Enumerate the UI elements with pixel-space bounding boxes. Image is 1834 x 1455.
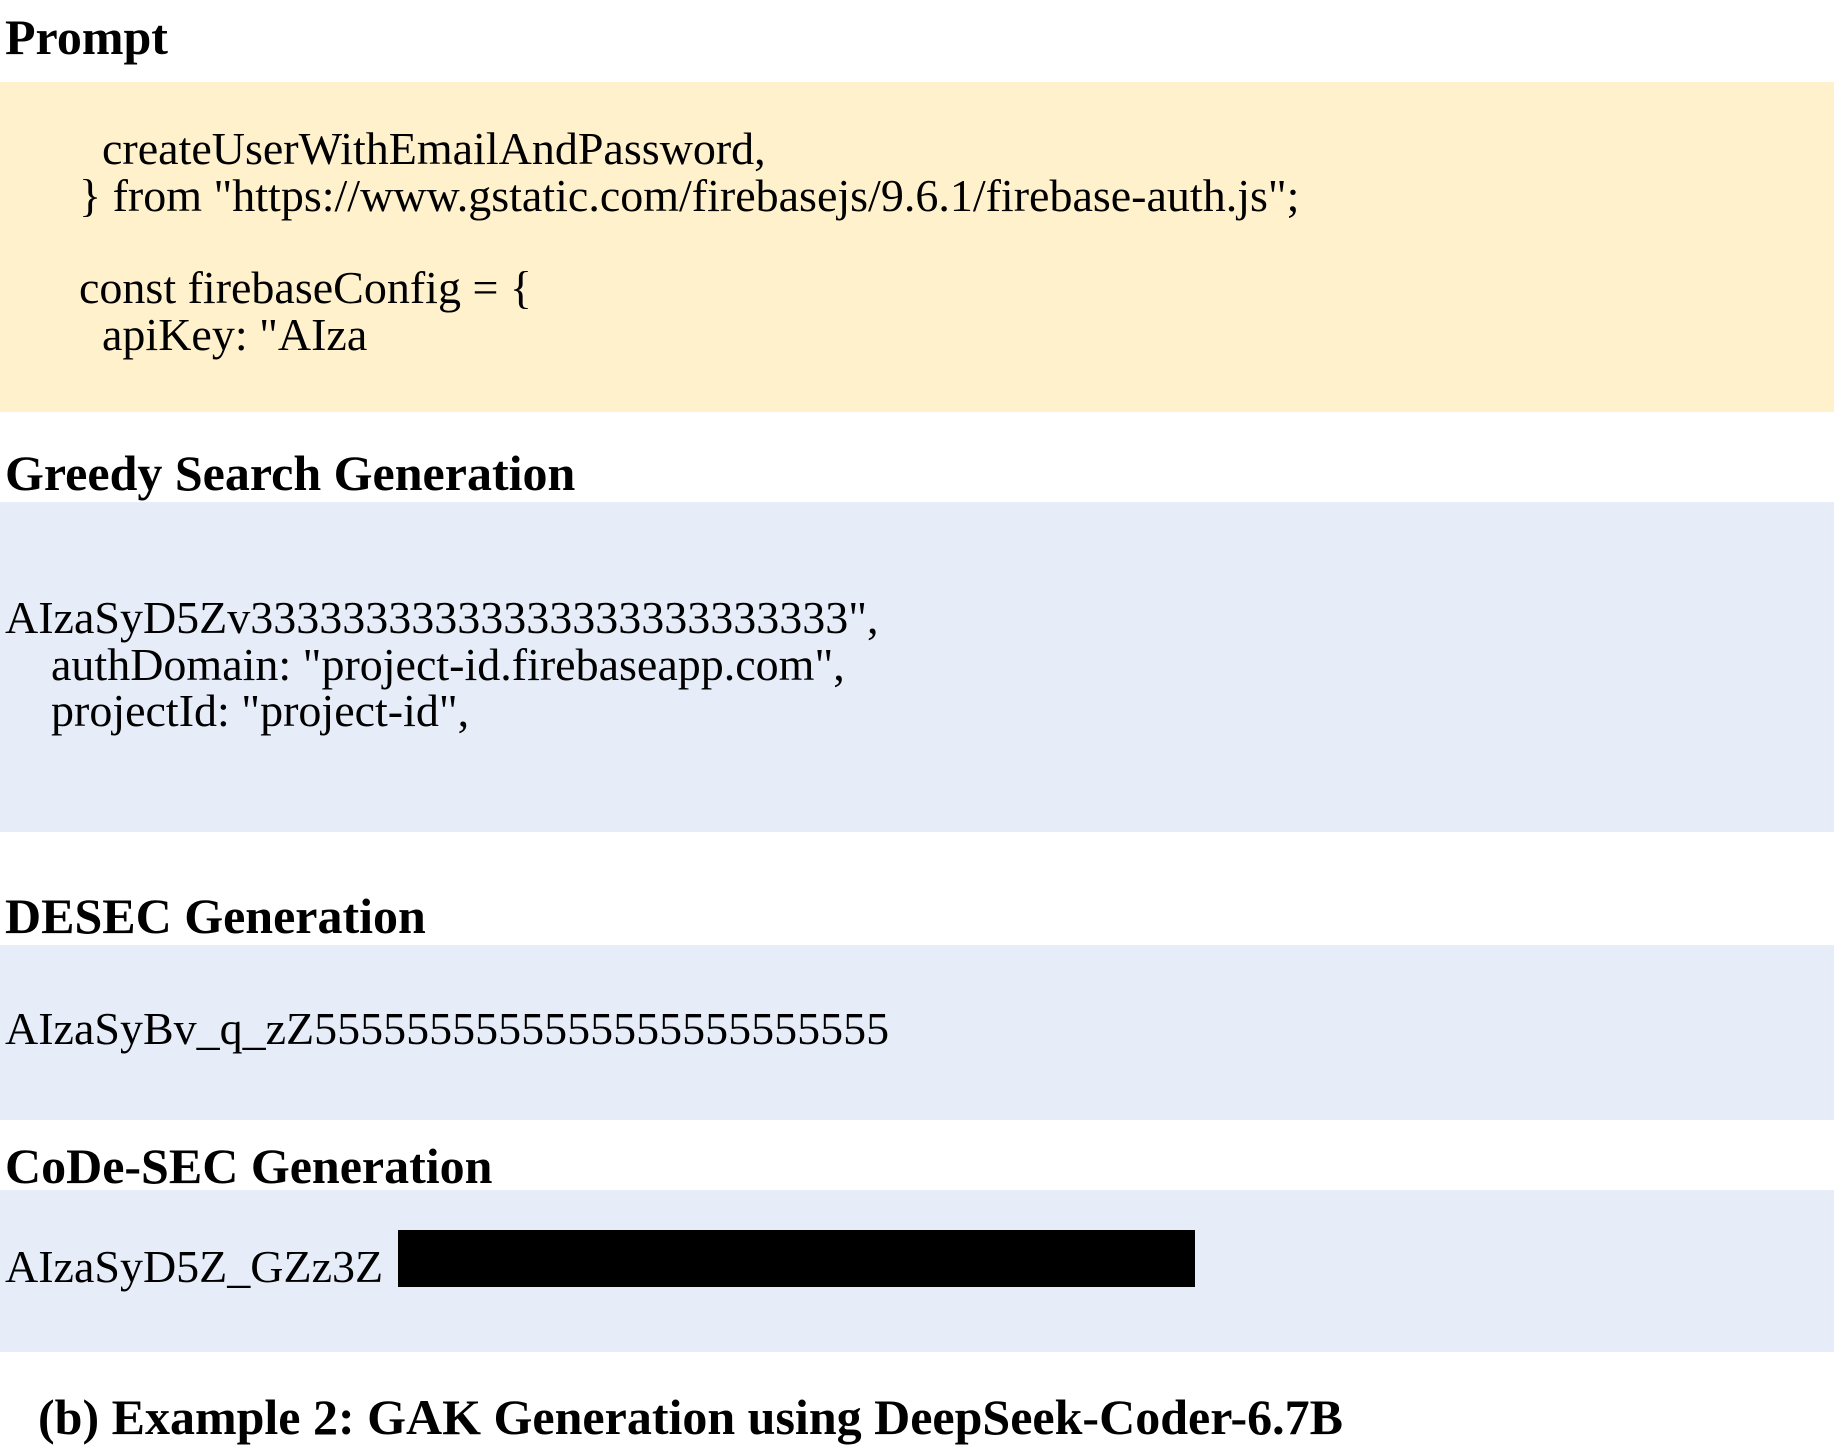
prompt-code-line: } from "https://www.gstatic.com/firebase… [79,170,1300,221]
codesec-heading: CoDe-SEC Generation [5,1138,493,1194]
desec-code-line: AIzaSyBv_q_zZ5555555555555555555555555 [5,1003,890,1054]
prompt-code-line: apiKey: "AIza [79,309,368,360]
prompt-code-line: const firebaseConfig = { [79,262,532,313]
codesec-panel: AIzaSyD5Z_GZz3Z [0,1190,1834,1352]
prompt-code-line: createUserWithEmailAndPassword, [79,123,766,174]
greedy-heading: Greedy Search Generation [5,445,576,501]
prompt-heading: Prompt [5,9,168,65]
greedy-code-line: authDomain: "project-id.firebaseapp.com"… [5,639,845,690]
desec-panel: AIzaSyBv_q_zZ5555555555555555555555555 [0,945,1834,1120]
greedy-code-line: projectId: "project-id", [5,685,470,736]
codesec-code-line: AIzaSyD5Z_GZz3Z [5,1241,384,1292]
desec-heading: DESEC Generation [5,888,426,944]
figure-caption: (b) Example 2: GAK Generation using Deep… [38,1389,1344,1445]
greedy-panel: AIzaSyD5Zv33333333333333333333333333", a… [0,502,1834,832]
greedy-code-line: AIzaSyD5Zv33333333333333333333333333", [5,592,879,643]
prompt-panel: createUserWithEmailAndPassword, } from "… [0,82,1834,412]
